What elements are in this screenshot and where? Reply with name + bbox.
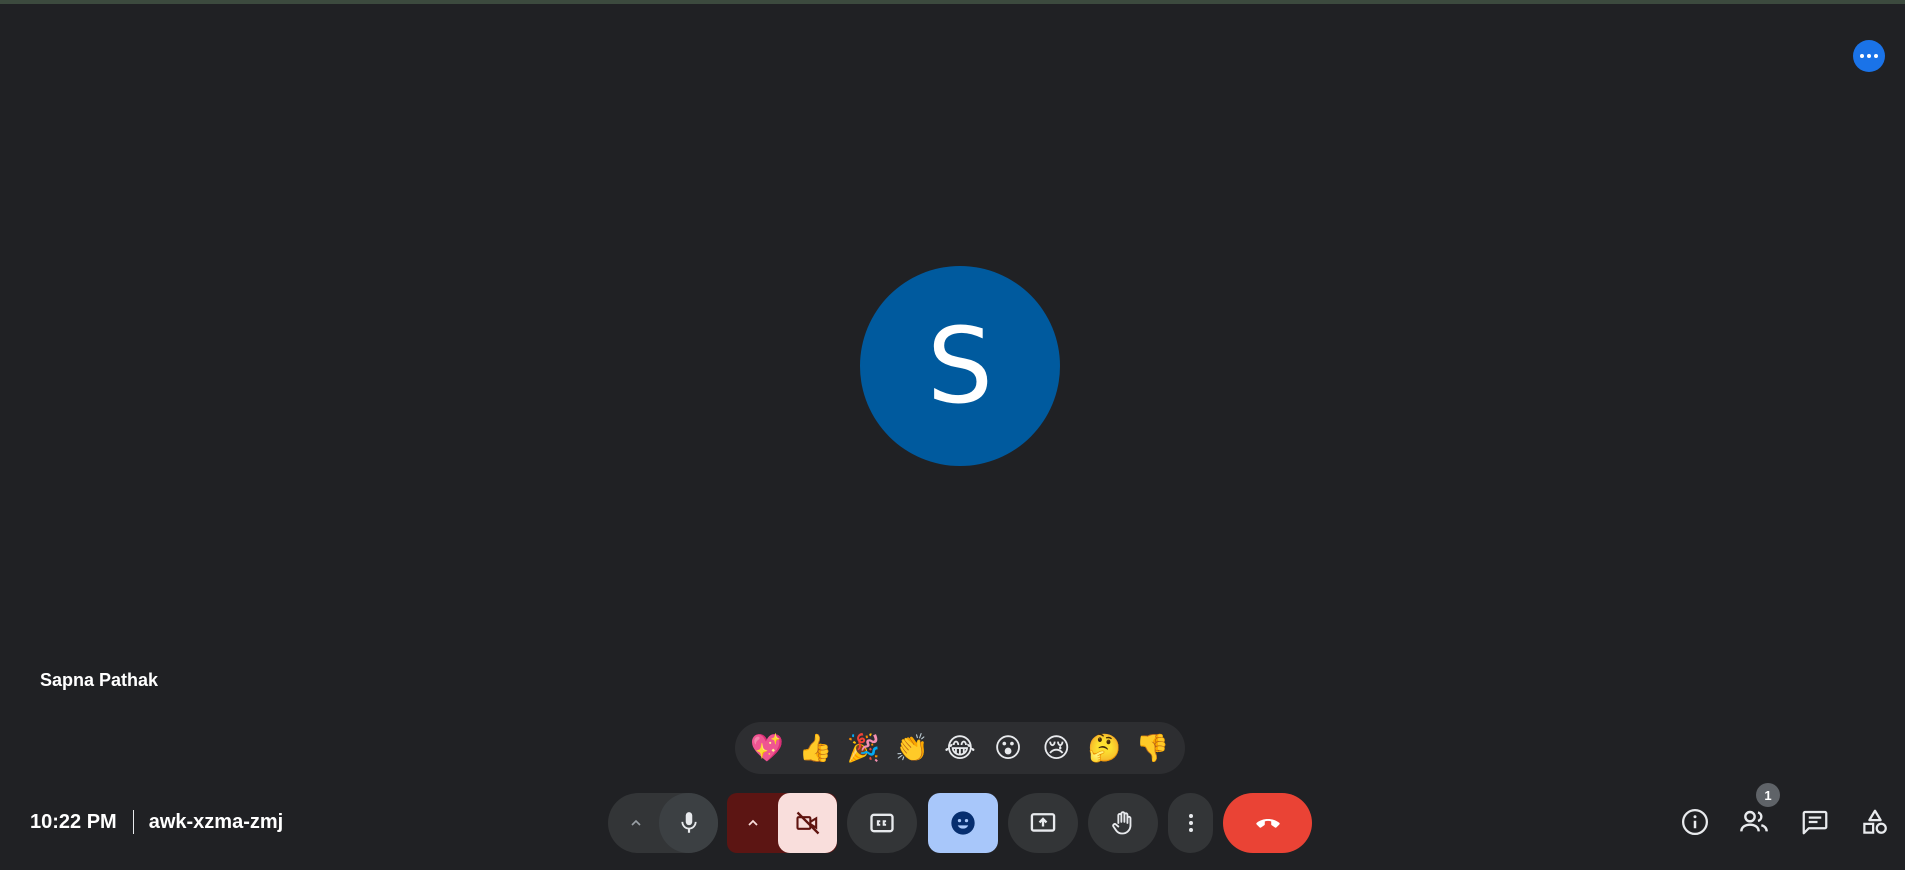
videocam-off-icon xyxy=(794,809,822,837)
chevron-up-icon xyxy=(745,815,761,831)
participant-name-label: Sapna Pathak xyxy=(40,670,159,690)
chat-icon xyxy=(1800,807,1830,837)
activities-icon xyxy=(1860,807,1890,837)
top-accent-strip xyxy=(0,0,1905,4)
reaction-sparkling-heart[interactable]: 💖 xyxy=(745,726,789,770)
meeting-code[interactable]: awk-xzma-zmj xyxy=(149,811,284,834)
more-vert-icon xyxy=(1179,811,1203,835)
dot xyxy=(1867,54,1871,58)
mic-icon xyxy=(676,810,702,836)
reactions-button[interactable] xyxy=(928,793,998,853)
reaction-thumbs-down[interactable]: 👎 xyxy=(1131,726,1175,770)
reaction-party-popper[interactable]: 🎉 xyxy=(842,726,886,770)
meeting-info-divider xyxy=(132,810,134,834)
more-options-button[interactable] xyxy=(1853,40,1885,72)
present-button[interactable] xyxy=(1008,793,1078,853)
people-icon xyxy=(1738,806,1770,838)
reaction-thinking[interactable]: 🤔 xyxy=(1083,726,1127,770)
leave-call-button[interactable] xyxy=(1223,793,1312,853)
raise-hand-icon xyxy=(1109,809,1137,837)
chat-button[interactable] xyxy=(1791,798,1839,846)
info-icon xyxy=(1680,807,1710,837)
closed-captions-icon xyxy=(868,809,896,837)
raise-hand-button[interactable] xyxy=(1088,793,1158,853)
dot xyxy=(1874,54,1878,58)
avatar-initial: S xyxy=(926,305,993,427)
audio-options-button[interactable] xyxy=(618,799,654,847)
reaction-crying[interactable]: 😢 xyxy=(1034,726,1078,770)
video-options-button[interactable] xyxy=(733,799,773,847)
participant-avatar: S xyxy=(860,266,1060,466)
emoji-icon xyxy=(949,809,977,837)
participant-count-badge: 1 xyxy=(1756,783,1780,807)
dot xyxy=(1860,54,1864,58)
meet-window: S Sapna Pathak 💖 👍 🎉 👏 😂 😮 😢 🤔 👎 10:22 PM awk-xz… xyxy=(0,0,1905,870)
camera-toggle-button[interactable] xyxy=(778,793,837,853)
activities-button[interactable] xyxy=(1851,798,1899,846)
meeting-clock: 10:22 PM xyxy=(30,810,117,833)
present-screen-icon xyxy=(1029,809,1057,837)
call-end-icon xyxy=(1252,807,1284,839)
reaction-surprised[interactable]: 😮 xyxy=(986,726,1030,770)
mic-button[interactable] xyxy=(659,793,718,853)
reaction-bar: 💖 👍 🎉 👏 😂 😮 😢 🤔 👎 xyxy=(735,722,1185,774)
meeting-details: 10:22 PM awk-xzma-zmj xyxy=(30,808,283,836)
reaction-tears-of-joy[interactable]: 😂 xyxy=(938,726,982,770)
captions-button[interactable] xyxy=(847,793,917,853)
reaction-clapping-hands[interactable]: 👏 xyxy=(890,726,934,770)
more-options-menu-button[interactable] xyxy=(1168,793,1213,853)
chevron-up-icon xyxy=(628,815,644,831)
meeting-details-button[interactable] xyxy=(1671,798,1719,846)
reaction-thumbs-up[interactable]: 👍 xyxy=(793,726,837,770)
